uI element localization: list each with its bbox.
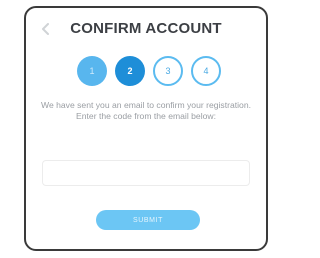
step-4[interactable]: 4 <box>191 56 221 86</box>
step-indicator: 1 2 3 4 <box>26 56 266 88</box>
step-2[interactable]: 2 <box>115 56 145 86</box>
confirm-account-card: CONFIRM ACCOUNT 1 2 3 4 We have sent you… <box>24 6 268 251</box>
step-1[interactable]: 1 <box>77 56 107 86</box>
confirmation-code-input[interactable] <box>42 160 250 186</box>
card-header: CONFIRM ACCOUNT <box>26 18 266 42</box>
page-title: CONFIRM ACCOUNT <box>70 20 222 37</box>
instruction-text: We have sent you an email to confirm you… <box>40 100 251 121</box>
step-3[interactable]: 3 <box>153 56 183 86</box>
screen: CONFIRM ACCOUNT 1 2 3 4 We have sent you… <box>0 0 284 258</box>
submit-button[interactable]: SUBMIT <box>96 210 200 230</box>
